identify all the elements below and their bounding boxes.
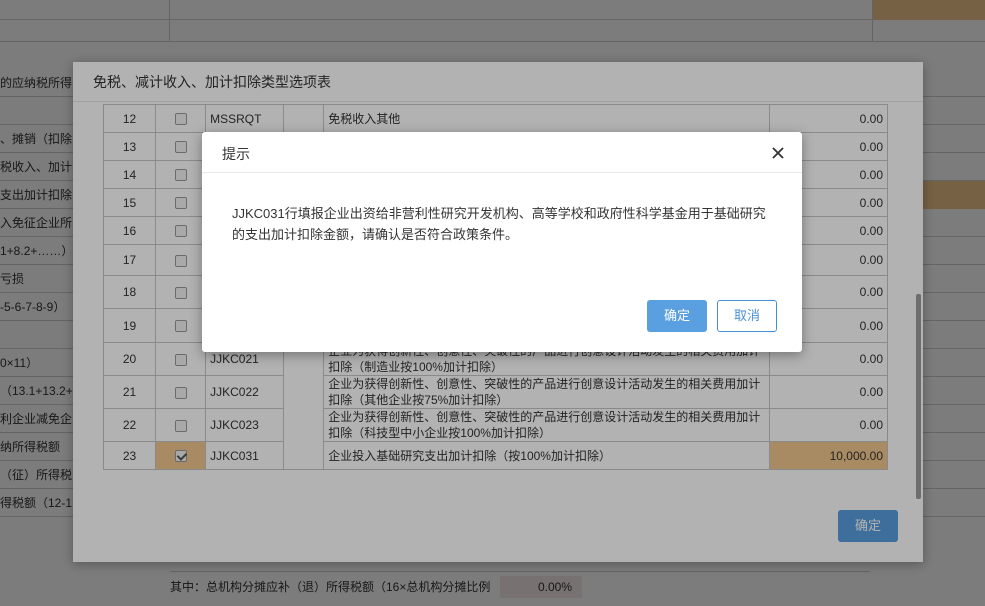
- cancel-button[interactable]: 取消: [717, 300, 777, 332]
- ok-button[interactable]: 确定: [647, 300, 707, 332]
- divider: [202, 172, 802, 173]
- prompt-dialog: 提示 JJKC031行填报企业出资给非营利性研究开发机构、高等学校和政府性科学基…: [202, 132, 802, 352]
- close-icon[interactable]: [769, 144, 787, 162]
- prompt-title: 提示: [222, 146, 250, 162]
- prompt-message: JJKC031行填报企业出资给非营利性研究开发机构、高等学校和政府性科学基金用于…: [232, 206, 766, 242]
